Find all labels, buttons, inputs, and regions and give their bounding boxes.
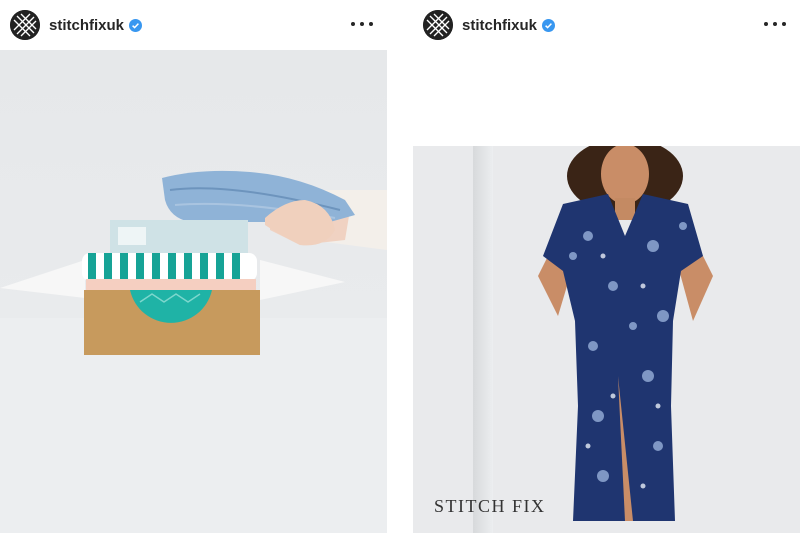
username[interactable]: stitchfixuk bbox=[49, 17, 124, 34]
post-image bbox=[0, 50, 387, 533]
more-horizontal-icon bbox=[764, 22, 768, 26]
box-illustration bbox=[0, 170, 387, 355]
post-header: stitchfixuk bbox=[0, 0, 387, 50]
avatar[interactable] bbox=[10, 10, 40, 40]
brand-watermark: STITCH FIX bbox=[434, 496, 546, 516]
post-image-top bbox=[413, 50, 800, 146]
more-horizontal-icon bbox=[351, 22, 355, 26]
gutter bbox=[387, 0, 413, 533]
model-illustration bbox=[538, 146, 713, 521]
avatar[interactable] bbox=[423, 10, 453, 40]
post-right: stitchfixuk STITCH FIX bbox=[413, 0, 800, 533]
username[interactable]: stitchfixuk bbox=[462, 17, 537, 34]
verified-badge-icon bbox=[542, 18, 556, 32]
verified-badge-icon bbox=[129, 18, 143, 32]
post-image: STITCH FIX bbox=[413, 146, 800, 533]
post-left: stitchfixuk bbox=[0, 0, 387, 533]
brand-logo-icon bbox=[423, 10, 453, 40]
brand-logo-icon bbox=[10, 10, 40, 40]
more-options-button[interactable] bbox=[351, 14, 373, 34]
more-options-button[interactable] bbox=[764, 14, 786, 34]
post-header: stitchfixuk bbox=[413, 0, 800, 50]
